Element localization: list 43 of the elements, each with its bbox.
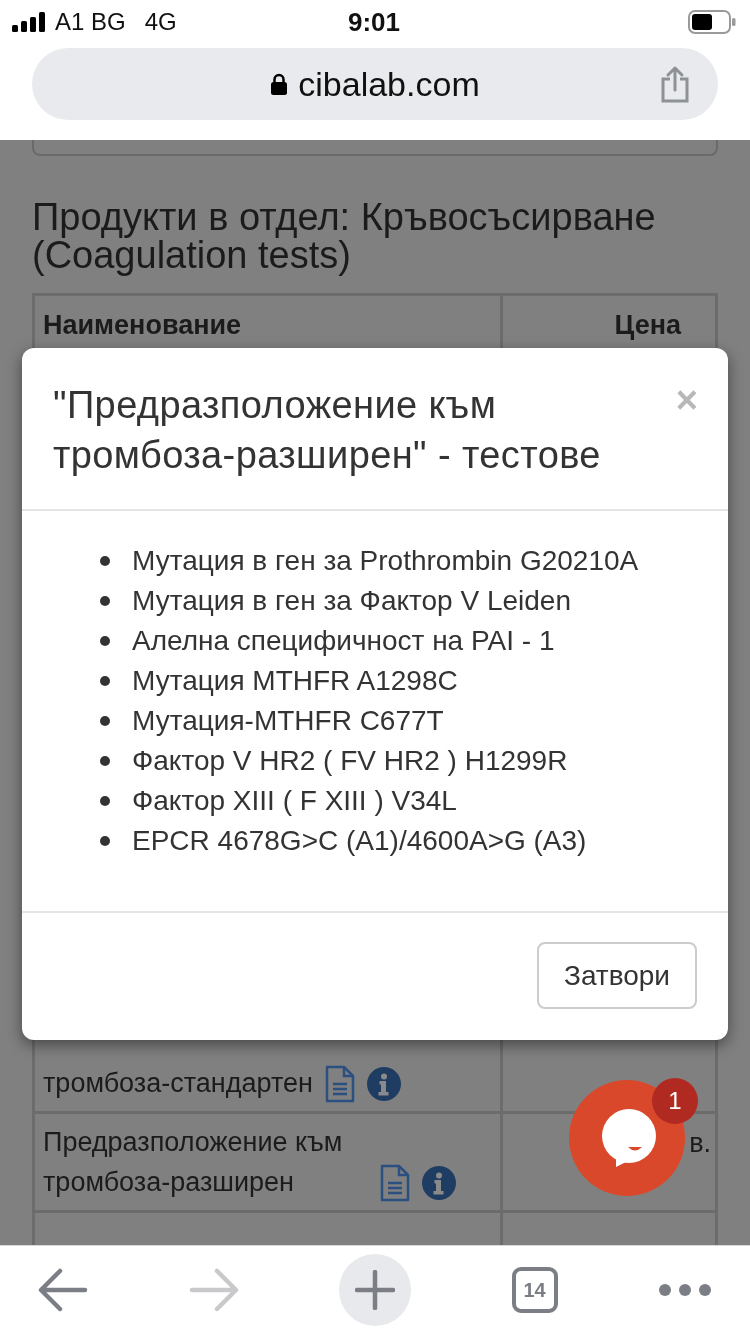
document-icon[interactable] <box>380 1163 410 1202</box>
test-name: EPCR 4678G>C (A1)/4600A>G (A3) <box>132 825 587 857</box>
price-text: в. <box>689 1127 711 1158</box>
info-icon[interactable] <box>366 1066 401 1101</box>
address-bar[interactable]: cibalab.com <box>32 48 718 120</box>
info-icon[interactable] <box>422 1165 456 1200</box>
product-name: тромбоза-стандартен <box>43 1066 313 1100</box>
bullet-icon <box>100 556 110 566</box>
bullet-icon <box>100 596 110 606</box>
test-name: Фактор XIII ( F XIII ) V34L <box>132 785 457 817</box>
carrier-name: A1 BG <box>55 8 126 36</box>
bullet-icon <box>100 836 110 846</box>
network-type: 4G <box>144 8 177 36</box>
back-arrow-icon <box>38 1268 88 1312</box>
battery-icon <box>688 10 736 34</box>
product-name: Предразположение към тромбоза-разширен <box>43 1125 344 1199</box>
modal-title: "Предразположение към тромбоза-разширен" - тестове <box>53 383 602 478</box>
bullet-icon <box>100 756 110 766</box>
share-icon[interactable] <box>660 65 690 103</box>
url-text: cibalab.com <box>298 64 480 104</box>
signal-icon <box>12 12 46 32</box>
forward-arrow-icon <box>188 1268 239 1312</box>
plus-icon <box>355 1270 395 1310</box>
dismiss-button[interactable]: Затвори <box>537 942 697 1009</box>
bullet-icon <box>100 676 110 686</box>
bullet-icon <box>100 716 110 726</box>
test-name: Мутация в ген за Фактор V Leiden <box>132 585 571 617</box>
lock-icon <box>270 73 289 95</box>
back-button[interactable] <box>38 1268 88 1312</box>
section-heading: Продукти в отдел: Кръвосъсирване (Coagulation tests) <box>32 198 657 274</box>
column-header: Наименование <box>42 309 243 342</box>
more-dots-icon <box>658 1283 712 1297</box>
test-name: Мутация-MTHFR C677T <box>132 705 444 737</box>
document-icon[interactable] <box>324 1064 355 1103</box>
test-name: Алелна специфичност на PAI - 1 <box>132 625 555 657</box>
clock-time: 9:01 <box>347 6 400 38</box>
test-name: Фактор V HR2 ( FV HR2 ) H1299R <box>132 745 568 777</box>
test-name: Мутация MTHFR A1298C <box>132 665 458 697</box>
bullet-icon <box>100 636 110 646</box>
more-button[interactable] <box>658 1283 712 1297</box>
tabs-button[interactable]: 14 <box>511 1267 558 1313</box>
bullet-icon <box>100 796 110 806</box>
test-name: Мутация в ген за Prothrombin G20210A <box>132 545 639 577</box>
